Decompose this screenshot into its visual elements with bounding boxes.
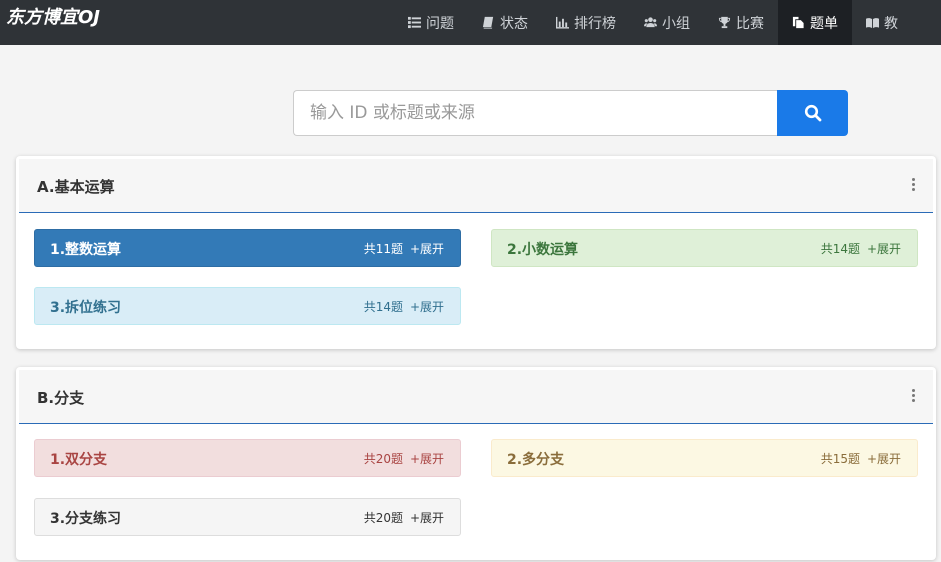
problem-set-item[interactable]: 2.多分支 共15题 +展开 — [491, 439, 918, 477]
top-navbar: 东方博宜OJ 问题 状态 排行榜 小组 比赛 题单 教 — [0, 0, 941, 45]
search-bar — [293, 90, 848, 136]
more-vertical-icon[interactable] — [910, 389, 916, 403]
search-input[interactable] — [293, 90, 778, 136]
open-book-icon — [865, 16, 880, 30]
expand-toggle[interactable]: +展开 — [867, 450, 901, 467]
group-title: A.基本运算 — [37, 178, 115, 196]
problem-count: 共20题 — [363, 511, 403, 525]
nav-item-ranking[interactable]: 排行榜 — [542, 0, 630, 45]
search-button[interactable] — [777, 90, 848, 136]
nav-item-label: 排行榜 — [574, 15, 616, 32]
problem-group-panel: A.基本运算 1.整数运算 共11题 +展开 2.小数运算 共14题 +展开 3… — [16, 156, 936, 349]
expand-toggle[interactable]: +展开 — [410, 298, 444, 315]
main-nav: 问题 状态 排行榜 小组 比赛 题单 教 — [394, 0, 912, 45]
problem-count: 共14题 — [820, 242, 860, 256]
expand-toggle[interactable]: +展开 — [410, 509, 444, 526]
list-icon — [407, 16, 422, 30]
problem-set-item[interactable]: 2.小数运算 共14题 +展开 — [491, 229, 918, 267]
problem-set-name: 1.整数运算 — [50, 242, 122, 258]
nav-item-label: 状态 — [500, 15, 528, 32]
panel-header: B.分支 — [19, 370, 933, 424]
nav-item-tutorial[interactable]: 教 — [852, 0, 912, 45]
expand-toggle[interactable]: +展开 — [410, 450, 444, 467]
book-icon — [481, 16, 496, 30]
nav-item-status[interactable]: 状态 — [468, 0, 542, 45]
problem-set-item[interactable]: 1.整数运算 共11题 +展开 — [34, 229, 461, 267]
problem-set-item[interactable]: 1.双分支 共20题 +展开 — [34, 439, 461, 477]
bar-chart-icon — [555, 16, 570, 30]
more-vertical-icon[interactable] — [910, 178, 916, 192]
problem-set-name: 2.小数运算 — [507, 242, 579, 258]
nav-item-label: 比赛 — [736, 15, 764, 32]
problem-set-name: 3.分支练习 — [50, 511, 122, 527]
nav-item-label: 小组 — [662, 15, 690, 32]
nav-item-problem-sets[interactable]: 题单 — [778, 0, 852, 45]
expand-toggle[interactable]: +展开 — [410, 240, 444, 257]
nav-item-label: 教 — [884, 15, 898, 32]
problem-group-panel: B.分支 1.双分支 共20题 +展开 2.多分支 共15题 +展开 3.分支练… — [16, 367, 936, 560]
trophy-icon — [717, 16, 732, 30]
problem-count: 共15题 — [820, 452, 860, 466]
problem-count: 共20题 — [363, 452, 403, 466]
brand-logo[interactable]: 东方博宜OJ — [6, 3, 100, 29]
panel-header: A.基本运算 — [19, 159, 933, 213]
nav-item-groups[interactable]: 小组 — [630, 0, 704, 45]
problem-set-item[interactable]: 3.拆位练习 共14题 +展开 — [34, 287, 461, 325]
problem-count: 共14题 — [363, 300, 403, 314]
nav-item-label: 题单 — [810, 15, 838, 32]
problem-set-name: 1.双分支 — [50, 452, 108, 468]
problem-set-item[interactable]: 3.分支练习 共20题 +展开 — [34, 498, 461, 536]
problem-count: 共11题 — [363, 242, 403, 256]
nav-item-label: 问题 — [426, 15, 454, 32]
copy-icon — [791, 16, 806, 30]
expand-toggle[interactable]: +展开 — [867, 240, 901, 257]
search-icon — [804, 104, 822, 122]
problem-set-name: 2.多分支 — [507, 452, 565, 468]
users-icon — [643, 16, 658, 30]
group-title: B.分支 — [37, 389, 85, 407]
nav-item-contests[interactable]: 比赛 — [704, 0, 778, 45]
problem-set-name: 3.拆位练习 — [50, 300, 122, 316]
nav-item-problems[interactable]: 问题 — [394, 0, 468, 45]
